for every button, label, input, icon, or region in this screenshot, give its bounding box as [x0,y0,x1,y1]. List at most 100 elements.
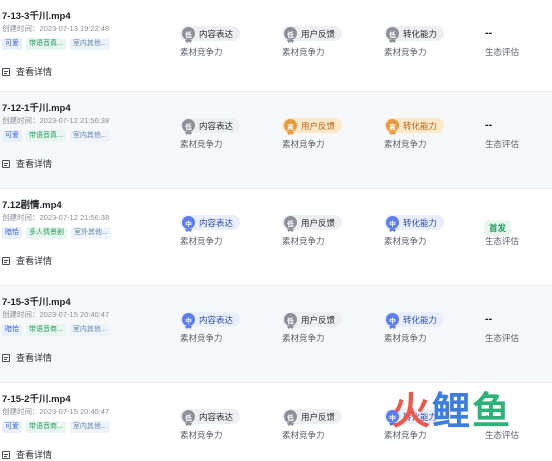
metric-label: 内容表达 [199,217,234,228]
metric-sublabel: 素材竞争力 [384,333,427,343]
view-details-link[interactable]: 查看详情 [2,351,52,364]
metric-pill[interactable]: 中转化能力 [384,409,445,424]
metric-sublabel: 素材竞争力 [180,139,223,149]
metric-pill[interactable]: 低内容表达 [180,118,241,133]
row-divider [0,285,552,286]
level-medal-icon: 中 [386,216,399,229]
eco-value: -- [485,313,493,325]
metric-sublabel: 素材竞争力 [282,430,325,440]
tag: 室内其他... [69,130,110,142]
metric-pill[interactable]: 中内容表达 [180,312,241,327]
metric-sublabel: 素材竞争力 [282,236,325,246]
view-details-label: 查看详情 [16,67,53,77]
metric-sublabel: 素材竞争力 [282,333,325,343]
view-details-label: 查看详情 [16,256,53,266]
view-details-label: 查看详情 [16,159,53,169]
tag: 可爱 [2,130,22,142]
metric-sublabel: 素材竞争力 [180,430,223,440]
metric-pill[interactable]: 高转化能力 [384,118,445,133]
metric-pill[interactable]: 高用户反馈 [282,118,343,133]
metric-sublabel: 素材竞争力 [384,47,427,57]
metric-pill[interactable]: 中转化能力 [384,312,445,327]
tag-list: 暗恰 带语音商... 室内其他... [2,324,110,336]
metric-label: 用户反馈 [301,217,336,228]
level-medal-icon: 低 [182,410,195,423]
metric-label: 转化能力 [403,28,438,39]
view-details-link[interactable]: 查看详情 [2,157,52,170]
document-icon [2,450,10,459]
file-name[interactable]: 7.12剧情.mp4 [2,197,62,211]
tag: 带语音真... [26,130,66,142]
eco-sublabel: 生态评估 [485,47,520,57]
metric-sublabel: 素材竞争力 [282,47,325,57]
view-details-link[interactable]: 查看详情 [2,254,52,267]
tag: 室外其他... [71,227,111,239]
tag: 带语音真... [26,38,66,50]
tag: 带语音商... [26,421,66,433]
view-details-link[interactable]: 查看详情 [2,448,52,461]
eco-badge: 首发 [484,220,512,236]
level-medal-icon: 低 [284,313,297,326]
metric-pill[interactable]: 低内容表达 [180,409,241,424]
metric-pill[interactable]: 低用户反馈 [282,26,343,41]
metric-label: 内容表达 [199,120,234,131]
tag: 暗恰 [2,227,22,239]
view-details-label: 查看详情 [16,353,53,363]
metric-sublabel: 素材竞争力 [384,430,427,440]
metric-label: 用户反馈 [301,28,336,39]
metric-sublabel: 素材竞争力 [180,236,223,246]
level-medal-icon: 中 [182,313,195,326]
eco-value: -- [485,119,493,131]
document-icon [2,67,10,76]
metric-sublabel: 素材竞争力 [180,47,223,57]
metric-label: 内容表达 [199,411,234,422]
metric-label: 转化能力 [403,217,438,228]
row-divider [0,188,552,189]
file-name[interactable]: 7-13-3千川.mp4 [2,8,71,22]
level-medal-icon: 中 [182,216,195,229]
metric-pill[interactable]: 低转化能力 [384,26,445,41]
tag-list: 暗恰 多人情景剧 室外其他... [2,227,111,239]
metric-sublabel: 素材竞争力 [384,236,427,246]
view-details-label: 查看详情 [16,450,53,460]
tag-list: 可爱 带语音商... 室内其他... [2,421,110,433]
metric-pill[interactable]: 中转化能力 [384,215,445,230]
level-medal-icon: 低 [284,27,297,40]
metric-label: 内容表达 [199,28,234,39]
metric-pill[interactable]: 中内容表达 [180,215,241,230]
metric-pill[interactable]: 低用户反馈 [282,409,343,424]
level-medal-icon: 低 [182,27,195,40]
level-medal-icon: 中 [386,313,399,326]
metric-label: 用户反馈 [301,411,336,422]
metric-pill[interactable]: 低用户反馈 [282,312,343,327]
file-name[interactable]: 7-15-2千川.mp4 [2,391,71,405]
created-time: 创建时间：2023-07-12 21:56:38 [2,116,110,125]
level-medal-icon: 高 [284,119,297,132]
eco-value: -- [485,410,493,422]
level-medal-icon: 低 [284,216,297,229]
metric-pill[interactable]: 低用户反馈 [282,215,343,230]
metric-pill[interactable]: 低内容表达 [180,26,241,41]
metric-label: 用户反馈 [301,314,336,325]
metric-sublabel: 素材竞争力 [282,139,325,149]
level-medal-icon: 低 [182,119,195,132]
level-medal-icon: 低 [386,27,399,40]
file-name[interactable]: 7-15-3千川.mp4 [2,294,71,308]
eco-sublabel: 生态评估 [485,236,520,246]
view-details-link[interactable]: 查看详情 [2,65,52,78]
row-divider [0,382,552,383]
tag: 室内其他... [69,421,110,433]
created-time: 创建时间：2023-07-13 19:22:48 [2,24,110,33]
tag: 可爱 [2,38,22,50]
document-icon [2,159,10,168]
eco-sublabel: 生态评估 [485,333,520,343]
tag-list: 可爱 带语音真... 室内其他... [2,38,110,50]
row-divider [0,91,552,92]
file-name[interactable]: 7-12-1千川.mp4 [2,100,71,114]
eco-sublabel: 生态评估 [485,139,520,149]
tag-list: 可爱 带语音真... 室内其他... [2,130,110,142]
metric-label: 转化能力 [403,314,438,325]
document-icon [2,353,10,362]
metric-sublabel: 素材竞争力 [384,139,427,149]
created-time: 创建时间：2023-07-12 21:56:38 [2,213,110,222]
